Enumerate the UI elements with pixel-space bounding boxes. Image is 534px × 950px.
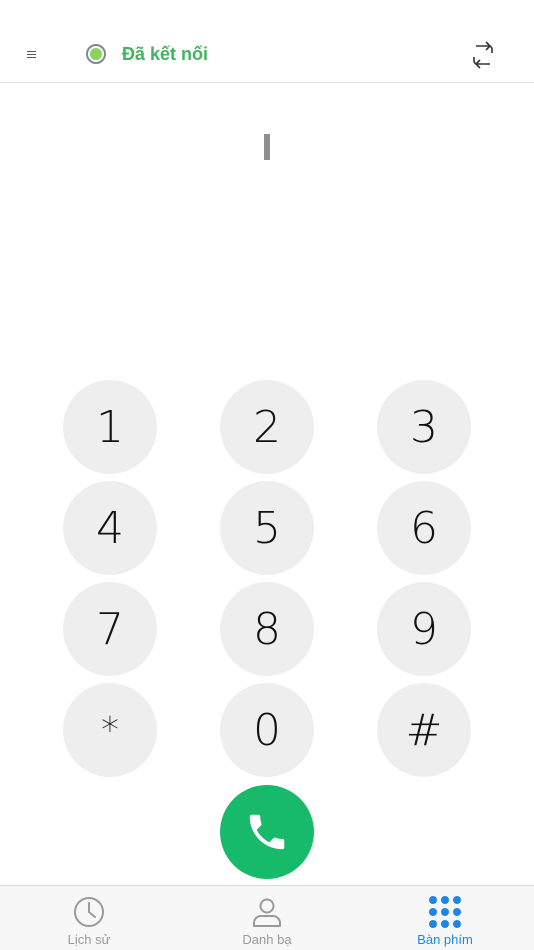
status-text: Đã kết nối bbox=[122, 43, 209, 64]
key-3[interactable]: 3 bbox=[377, 380, 471, 474]
tab-keypad-label: Bàn phím bbox=[417, 932, 473, 947]
menu-icon[interactable] bbox=[20, 44, 42, 64]
key-5[interactable]: 5 bbox=[220, 481, 314, 575]
key-1[interactable]: 1 bbox=[63, 380, 157, 474]
call-button[interactable] bbox=[220, 785, 314, 879]
clock-icon bbox=[74, 897, 104, 927]
tab-keypad[interactable]: Bàn phím bbox=[385, 886, 505, 950]
header-bar: Đã kết nối bbox=[0, 0, 534, 83]
key-hash[interactable]: # bbox=[377, 683, 471, 777]
tab-history-label: Lịch sử bbox=[67, 932, 111, 947]
key-0[interactable]: 0 bbox=[220, 683, 314, 777]
key-9[interactable]: 9 bbox=[377, 582, 471, 676]
tab-contacts-label: Danh bạ bbox=[242, 932, 292, 947]
tab-history[interactable]: Lịch sử bbox=[29, 886, 149, 950]
key-star[interactable]: * bbox=[63, 683, 157, 777]
status-indicator-icon bbox=[86, 44, 106, 64]
tab-bar: Lịch sử Danh bạ Bàn phím bbox=[0, 885, 534, 950]
tab-contacts[interactable]: Danh bạ bbox=[207, 886, 327, 950]
key-7[interactable]: 7 bbox=[63, 582, 157, 676]
text-cursor bbox=[264, 134, 270, 160]
key-8[interactable]: 8 bbox=[220, 582, 314, 676]
key-2[interactable]: 2 bbox=[220, 380, 314, 474]
swap-icon[interactable] bbox=[470, 40, 496, 70]
dialer-screen: Đã kết nối 1 2 3 4 5 6 7 8 9 * 0 # Lịch … bbox=[0, 0, 534, 950]
key-6[interactable]: 6 bbox=[377, 481, 471, 575]
key-4[interactable]: 4 bbox=[63, 481, 157, 575]
keypad-grid-icon bbox=[429, 896, 461, 928]
connection-status: Đã kết nối bbox=[86, 42, 208, 66]
phone-icon bbox=[249, 814, 285, 850]
person-icon bbox=[253, 898, 281, 927]
